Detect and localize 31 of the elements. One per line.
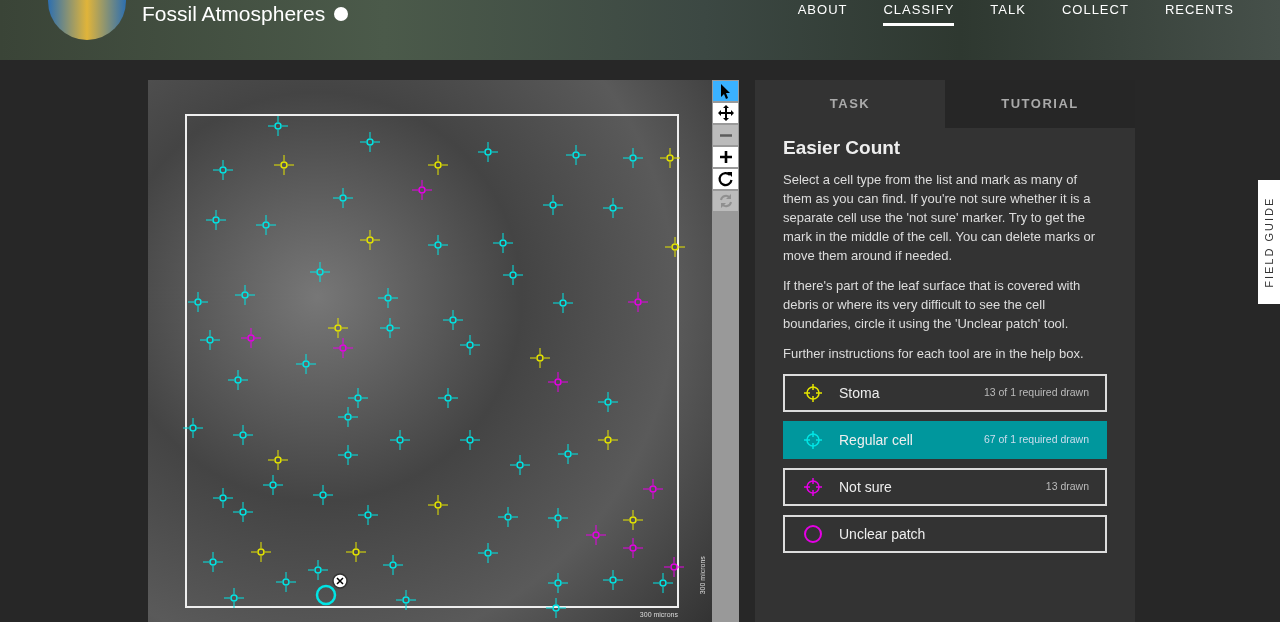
tool-count: 67 of 1 required drawn	[983, 432, 1089, 448]
rotate-icon	[716, 170, 735, 188]
pan-tool-button[interactable]	[713, 103, 738, 123]
instruction-text: If there's part of the leaf surface that is covered with debris or where its very difficult to see the cell boundaries, circle it using the 'Unclear patch' tool.	[783, 277, 1082, 333]
rotate-tool-button[interactable]	[713, 169, 738, 189]
pan-icon	[716, 104, 735, 122]
tool-label: Not sure	[839, 477, 892, 497]
delete-mark-icon[interactable]	[332, 573, 348, 589]
nav-link[interactable]: ABOUT	[797, 0, 848, 26]
pointer-tool-button[interactable]	[713, 81, 738, 101]
tool-label: Stoma	[839, 383, 880, 403]
instruction-text: Select a cell type from the list and mark as many of them as you can find. If you're not sure whether it is a separate cell use the 'not sure' marker. Try to get the mark in the middle of the cell. You can delete marks or move them around if needed.	[783, 171, 1097, 265]
task-title: Easier Count	[783, 135, 902, 160]
drawing-tool-button[interactable]: Not sure 13 drawn	[783, 468, 1107, 506]
tool-count: 13 of 1 required drawn	[983, 385, 1089, 401]
instruction-text: Further instructions for each tool are in the help box.	[783, 345, 1085, 363]
tool-label: Regular cell	[839, 430, 913, 450]
drawing-tool-button[interactable]: Stoma 13 of 1 required drawn	[783, 374, 1107, 412]
drawing-tool-button[interactable]: Unclear patch	[783, 515, 1107, 553]
nav-link[interactable]: TALK	[990, 0, 1026, 26]
nav-link[interactable]: CLASSIFY	[883, 0, 955, 26]
tool-count: 13 drawn	[1045, 479, 1089, 495]
nav-link[interactable]: COLLECT	[1061, 0, 1129, 26]
site-title: Fossil Atmospheres	[142, 1, 326, 27]
tool-label: Unclear patch	[839, 524, 926, 544]
nav-link[interactable]: RECENTS	[1164, 0, 1234, 26]
info-icon	[333, 5, 350, 22]
zoom-out-icon	[719, 133, 732, 137]
zoom-in-tool-button[interactable]	[713, 147, 738, 167]
panel-tab[interactable]: TUTORIAL	[945, 80, 1135, 128]
field-guide-tab[interactable]: FIELD GUIDE	[1258, 180, 1280, 304]
